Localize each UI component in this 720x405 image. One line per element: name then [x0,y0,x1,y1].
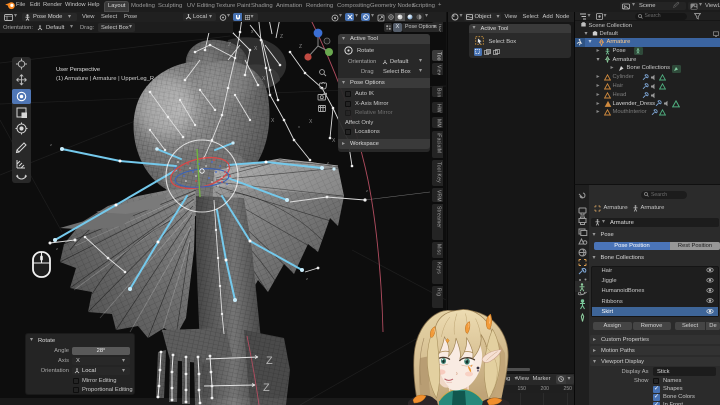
svg-text:z: z [190,129,192,134]
svg-text:z: z [56,246,58,251]
svg-text:Z: Z [263,382,270,394]
svg-text:z: z [122,293,124,298]
svg-text:z: z [152,142,154,147]
svg-text:Z: Z [280,34,283,40]
svg-text:x: x [238,304,240,309]
svg-text:z: z [327,160,329,165]
svg-text:z: z [50,142,52,147]
svg-text:Z: Z [299,44,302,50]
svg-text:x: x [298,124,300,129]
svg-text:z: z [366,188,368,193]
svg-text:Z: Z [228,42,231,48]
svg-text:Z: Z [146,86,149,92]
svg-text:z: z [306,276,308,281]
svg-text:Z: Z [266,355,273,367]
